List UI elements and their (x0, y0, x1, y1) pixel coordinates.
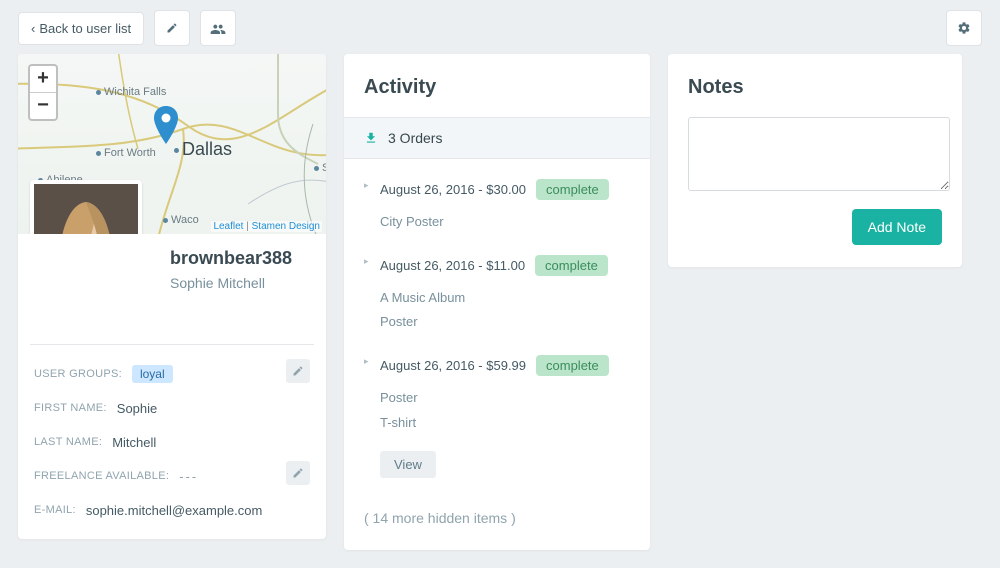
order-status-badge: complete (535, 255, 608, 276)
identity-block: brownbear388 Sophie Mitchell (30, 234, 314, 345)
avatar-image (34, 184, 138, 234)
order-line-item: City Poster (380, 210, 630, 235)
order-item: August 26, 2016 - $11.00 complete A Music … (364, 245, 630, 345)
order-amount: $11.00 (486, 258, 525, 273)
order-date: August 26, 2016 - (380, 358, 486, 373)
fullname: Sophie Mitchell (170, 275, 298, 291)
profile-fields: User groups: loyal First name: Sophie La… (18, 353, 326, 539)
field-freelance-available: Freelance available: --- (34, 459, 310, 493)
order-items: A Music AlbumPoster (380, 286, 630, 335)
order-status-badge: complete (536, 355, 609, 376)
order-line-item: T-shirt (380, 411, 630, 436)
map-attribution: Leaflet | Stamen Design (211, 221, 322, 232)
chevron-left-icon: ‹ (31, 21, 35, 36)
order-amount: $59.99 (486, 358, 526, 373)
map-zoom-control: + − (28, 64, 58, 121)
leaflet-link[interactable]: Leaflet (213, 221, 243, 232)
pencil-icon (292, 365, 304, 377)
order-status-badge: complete (536, 179, 609, 200)
user-location-map[interactable]: Wichita Falls Fort Worth Dallas Abilene … (18, 54, 326, 234)
field-email: E-mail: sophie.mitchell@example.com (34, 493, 310, 527)
order-list: August 26, 2016 - $30.00 complete City Pos… (344, 159, 650, 500)
field-last-name: Last name: Mitchell (34, 425, 310, 459)
avatar (30, 180, 142, 234)
edit-user-groups-button[interactable] (286, 359, 310, 383)
order-line-item: A Music Album (380, 286, 630, 311)
edit-user-button[interactable] (154, 10, 190, 46)
back-to-user-list-button[interactable]: ‹ Back to user list (18, 12, 144, 45)
map-zoom-in-button[interactable]: + (30, 66, 56, 92)
notes-textarea[interactable] (688, 117, 950, 191)
user-group-tag: loyal (132, 365, 173, 383)
notes-title: Notes (668, 54, 962, 117)
order-date: August 26, 2016 - (380, 182, 486, 197)
order-line-item: Poster (380, 310, 630, 335)
username: brownbear388 (170, 248, 298, 269)
order-item: August 26, 2016 - $30.00 complete City Pos… (364, 169, 630, 245)
map-city-wichita-falls: Wichita Falls (96, 86, 166, 98)
map-city-s: S (314, 162, 326, 174)
map-city-dallas: Dallas (174, 139, 232, 160)
stamen-link[interactable]: Stamen Design (252, 221, 320, 232)
view-orders-button[interactable]: View (380, 451, 436, 478)
field-first-name: First name: Sophie (34, 391, 310, 425)
order-amount: $30.00 (486, 182, 526, 197)
map-pin-icon (153, 106, 179, 146)
pencil-icon (166, 22, 178, 34)
orders-header[interactable]: 3 Orders (344, 117, 650, 159)
order-item: August 26, 2016 - $59.99 complete PosterT-… (364, 345, 630, 445)
profile-card: Wichita Falls Fort Worth Dallas Abilene … (18, 54, 326, 539)
activity-title: Activity (344, 54, 650, 117)
order-line-item: Poster (380, 386, 630, 411)
pencil-icon (292, 467, 304, 479)
order-date: August 26, 2016 - (380, 258, 486, 273)
users-icon (210, 21, 226, 35)
add-note-button[interactable]: Add Note (852, 209, 942, 245)
group-button[interactable] (200, 10, 236, 46)
field-user-groups: User groups: loyal (34, 357, 310, 391)
map-zoom-out-button[interactable]: − (30, 92, 56, 119)
notes-card: Notes Add Note (668, 54, 962, 267)
settings-button[interactable] (946, 10, 982, 46)
edit-freelance-button[interactable] (286, 461, 310, 485)
hidden-items-note: ( 14 more hidden items ) (344, 500, 650, 550)
download-tray-icon (364, 131, 378, 145)
map-city-fort-worth: Fort Worth (96, 147, 156, 159)
order-items: City Poster (380, 210, 630, 235)
gear-icon (957, 21, 971, 35)
map-city-waco: Waco (163, 214, 199, 226)
activity-card: Activity 3 Orders August 26, 2016 - $30.… (344, 54, 650, 550)
order-items: PosterT-shirt (380, 386, 630, 435)
